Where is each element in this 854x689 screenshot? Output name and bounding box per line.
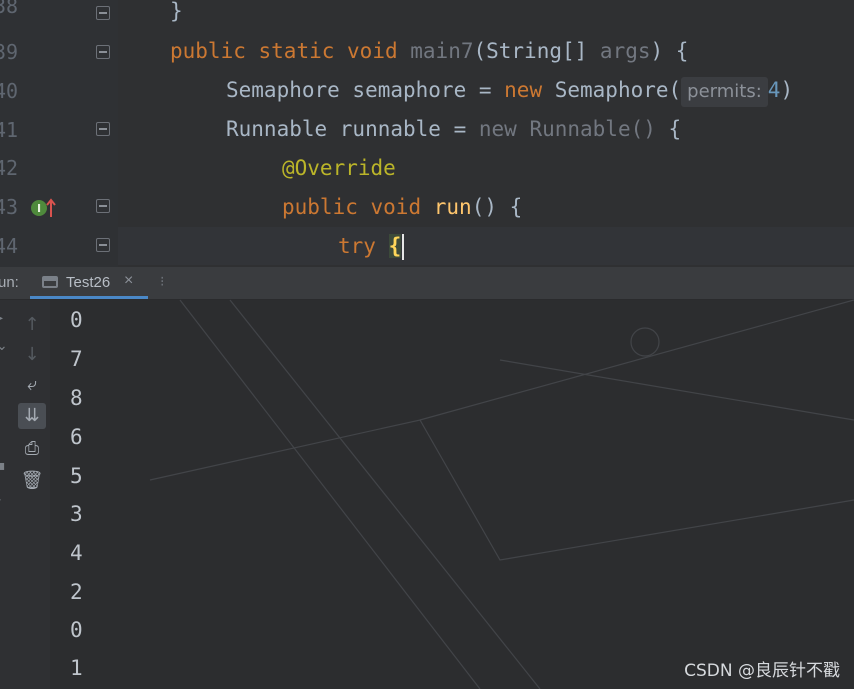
- down-arrow-icon[interactable]: ↓: [18, 342, 46, 368]
- console-output[interactable]: 0 7 8 6 5 3 4 2 0 1: [50, 300, 854, 689]
- fold-marker[interactable]: [96, 199, 110, 213]
- up-arrow-icon[interactable]: ↑: [18, 312, 46, 338]
- clear-icon[interactable]: 🗑: [18, 468, 46, 494]
- parameter-hint: permits:: [681, 77, 768, 107]
- output-line: 3: [70, 502, 83, 526]
- fold-marker[interactable]: [96, 6, 110, 20]
- output-line: 0: [70, 308, 83, 332]
- code-line-39: public static void main7(String[] args) …: [170, 39, 689, 63]
- text-caret: [402, 234, 405, 260]
- fold-marker[interactable]: [96, 45, 110, 59]
- output-line: 0: [70, 618, 83, 642]
- console-icon: [42, 276, 58, 288]
- pin-icon[interactable]: ›: [0, 492, 2, 508]
- layout-icon[interactable]: ▪: [0, 458, 6, 474]
- code-line-38: }: [170, 0, 183, 23]
- code-editor[interactable]: 38 39 40 41 42 43 44 I } public static v…: [0, 0, 854, 267]
- code-line-40: Semaphore semaphore = new Semaphore(perm…: [226, 71, 793, 109]
- close-icon[interactable]: ×: [124, 272, 133, 290]
- output-line: 6: [70, 425, 83, 449]
- svg-text:I: I: [37, 202, 41, 215]
- line-number: 44: [0, 234, 19, 258]
- line-number: 40: [0, 79, 19, 103]
- tab-title: Test26: [66, 274, 111, 291]
- output-line: 1: [70, 656, 83, 680]
- output-line: 7: [70, 347, 83, 371]
- code-line-43: public void run() {: [282, 195, 523, 219]
- fold-marker[interactable]: [96, 238, 110, 252]
- current-line-highlight: [118, 227, 854, 265]
- fold-marker[interactable]: [96, 122, 110, 136]
- print-icon[interactable]: ⎙: [18, 436, 46, 462]
- editor-gutter: 38 39 40 41 42 43 44 I: [0, 0, 118, 267]
- run-side-toolbar: ▸ ⌄ ↑ ↓ ⤶ ⇊ ⎙ 🗑 ▪ ›: [0, 300, 50, 689]
- line-number: 41: [0, 118, 19, 142]
- more-options-icon[interactable]: ⁝: [160, 273, 164, 290]
- code-line-44: try {: [338, 227, 405, 265]
- output-line: 2: [70, 580, 83, 604]
- code-line-41: Runnable runnable = new Runnable() {: [226, 117, 682, 141]
- run-label: un:: [0, 274, 19, 291]
- line-number: 43: [0, 195, 19, 219]
- line-number: 38: [0, 0, 19, 18]
- run-toolwindow-header: un: Test26 × ⁝: [0, 267, 854, 300]
- run-tab-test26[interactable]: Test26 ×: [30, 267, 148, 299]
- line-number: 42: [0, 156, 19, 180]
- output-line: 4: [70, 541, 83, 565]
- watermark: CSDN @良辰针不戳: [684, 661, 840, 681]
- code-line-42: @Override: [282, 156, 396, 180]
- output-line: 8: [70, 386, 83, 410]
- output-line: 5: [70, 464, 83, 488]
- implements-icon[interactable]: I: [30, 197, 56, 219]
- scroll-to-end-icon[interactable]: ⇊: [18, 403, 46, 429]
- soft-wrap-icon[interactable]: ⤶: [18, 372, 46, 398]
- chevron-down-icon[interactable]: ⌄: [0, 338, 8, 354]
- rerun-icon[interactable]: ▸: [0, 310, 3, 326]
- line-number: 39: [0, 40, 19, 64]
